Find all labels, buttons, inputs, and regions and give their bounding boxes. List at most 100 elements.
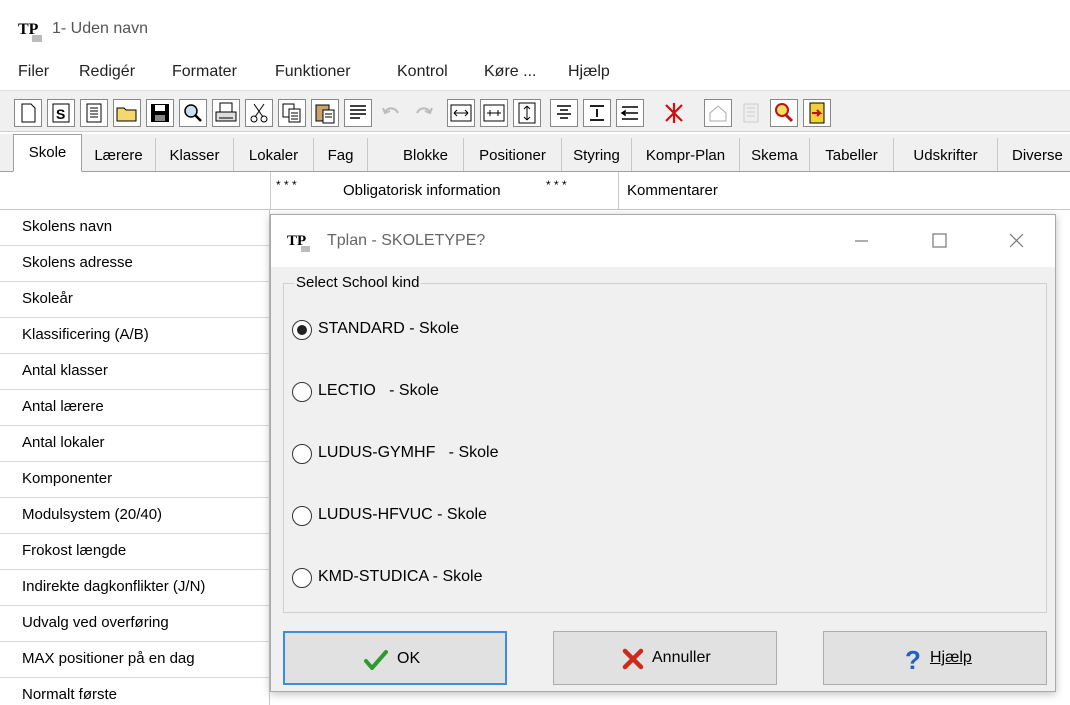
undo-icon[interactable] (377, 99, 405, 127)
tab-kompr-plan[interactable]: Kompr-Plan (632, 138, 740, 171)
radio-unselected-icon (292, 444, 312, 464)
grid-row[interactable]: Skoleår (0, 282, 270, 318)
print-icon[interactable] (212, 99, 240, 127)
toolbar: S (0, 90, 1070, 132)
group-label: Select School kind (294, 274, 422, 291)
conflict-icon[interactable] (660, 99, 688, 127)
grid-row[interactable]: Skolens adresse (0, 246, 270, 282)
home-icon[interactable] (704, 99, 732, 127)
cut-icon[interactable] (245, 99, 273, 127)
grid-row[interactable]: Normalt første (0, 678, 270, 705)
cancel-x-icon (620, 646, 646, 672)
menu-funktioner[interactable]: Funktioner (275, 63, 351, 81)
grid-row[interactable]: Modulsystem (20/40) (0, 498, 270, 534)
expand-horizontal-icon[interactable] (447, 99, 475, 127)
tab-blokke[interactable]: Blokke (388, 138, 464, 171)
new-document-icon[interactable] (14, 99, 42, 127)
grid-row[interactable]: Klassificering (A/B) (0, 318, 270, 354)
minimize-icon[interactable] (841, 225, 881, 257)
header-obligatory: Obligatorisk information (343, 182, 501, 199)
row-label: Antal klasser (22, 362, 108, 379)
radio-standard[interactable]: STANDARD - Skole (292, 318, 592, 344)
radio-unselected-icon (292, 506, 312, 526)
row-label: Komponenter (22, 470, 113, 487)
help-button[interactable]: ? Hjælp (823, 631, 1047, 685)
row-label: Modulsystem (20/40) (22, 506, 163, 523)
indent-icon[interactable] (616, 99, 644, 127)
menu-hjaelp[interactable]: Hjælp (568, 63, 610, 81)
radio-lectio[interactable]: LECTIO - Skole (292, 380, 592, 406)
tab-diverse[interactable]: Diverse (998, 138, 1070, 171)
maximize-icon[interactable] (919, 225, 959, 257)
menu-kontrol[interactable]: Kontrol (397, 63, 448, 81)
inspect-icon[interactable] (770, 99, 798, 127)
menu-rediger[interactable]: Redigér (79, 63, 135, 81)
header-stars-right: * * * (546, 178, 567, 192)
align-middle-icon[interactable] (583, 99, 611, 127)
grid-row[interactable]: Skolens navn (0, 210, 270, 246)
align-center-icon[interactable] (550, 99, 578, 127)
school-type-dialog: TP Tplan - SKOLETYPE? Select School kind… (270, 214, 1056, 692)
app-logo-icon: TP (17, 17, 43, 43)
tab-positioner[interactable]: Positioner (464, 138, 562, 171)
window-titlebar: TP 1- Uden navn (0, 0, 1070, 58)
grid-row[interactable]: Antal lærere (0, 390, 270, 426)
svg-text:S: S (56, 106, 65, 122)
grid-row[interactable]: MAX positioner på en dag (0, 642, 270, 678)
row-label: Klassificering (A/B) (22, 326, 149, 343)
tab-klasser[interactable]: Klasser (156, 138, 234, 171)
school-icon[interactable]: S (47, 99, 75, 127)
tab-fag[interactable]: Fag (314, 138, 368, 171)
menu-formater[interactable]: Formater (172, 63, 237, 81)
open-folder-icon[interactable] (113, 99, 141, 127)
grid-row[interactable]: Indirekte dagkonflikter (J/N) (0, 570, 270, 606)
grid-row[interactable]: Antal lokaler (0, 426, 270, 462)
shrink-horizontal-icon[interactable] (480, 99, 508, 127)
list-icon[interactable] (80, 99, 108, 127)
cancel-button[interactable]: Annuller (553, 631, 777, 685)
paste-icon[interactable] (311, 99, 339, 127)
grid-row[interactable]: Udvalg ved overføring (0, 606, 270, 642)
grid-row[interactable]: Frokost længde (0, 534, 270, 570)
checkmark-icon (363, 647, 389, 673)
close-icon[interactable] (996, 225, 1036, 257)
grid-row[interactable]: Antal klasser (0, 354, 270, 390)
menu-filer[interactable]: Filer (18, 63, 49, 81)
tab-styring[interactable]: Styring (562, 138, 632, 171)
menu-bar: Filer Redigér Formater Funktioner Kontro… (0, 58, 1070, 88)
grid-row[interactable]: Komponenter (0, 462, 270, 498)
column-separator (618, 172, 619, 210)
search-icon[interactable] (179, 99, 207, 127)
expand-vertical-icon[interactable] (513, 99, 541, 127)
radio-unselected-icon (292, 568, 312, 588)
tab-lokaler[interactable]: Lokaler (234, 138, 314, 171)
ok-button[interactable]: OK (283, 631, 507, 685)
row-label: Indirekte dagkonflikter (J/N) (22, 578, 206, 595)
column-separator (270, 172, 271, 210)
help-question-icon: ? (900, 645, 926, 675)
radio-ludus-hfvuc[interactable]: LUDUS-HFVUC - Skole (292, 504, 592, 530)
row-label: Udvalg ved overføring (22, 614, 169, 631)
copy-icon[interactable] (278, 99, 306, 127)
align-icon[interactable] (344, 99, 372, 127)
tab-laerere[interactable]: Lærere (82, 138, 156, 171)
disabled-table-icon[interactable] (737, 99, 765, 127)
save-icon[interactable] (146, 99, 174, 127)
dialog-titlebar: TP Tplan - SKOLETYPE? (271, 215, 1055, 267)
radio-kmd-studica[interactable]: KMD-STUDICA - Skole (292, 566, 592, 592)
tab-udskrifter[interactable]: Udskrifter (894, 138, 998, 171)
row-label: Frokost længde (22, 542, 127, 559)
redo-icon[interactable] (410, 99, 438, 127)
exit-icon[interactable] (803, 99, 831, 127)
row-label: Normalt første (22, 686, 118, 703)
window-title: 1- Uden navn (52, 20, 149, 37)
row-label: Skolens navn (22, 218, 113, 235)
tab-skole[interactable]: Skole (13, 134, 82, 172)
tab-tabeller[interactable]: Tabeller (810, 138, 894, 171)
grid-header: * * * Obligatorisk information * * * Kom… (0, 172, 1070, 210)
header-comments: Kommentarer (627, 182, 718, 199)
row-label: Antal lokaler (22, 434, 105, 451)
radio-ludus-gymhf[interactable]: LUDUS-GYMHF - Skole (292, 442, 592, 468)
tab-skema[interactable]: Skema (740, 138, 810, 171)
menu-kore[interactable]: Køre ... (484, 63, 536, 81)
